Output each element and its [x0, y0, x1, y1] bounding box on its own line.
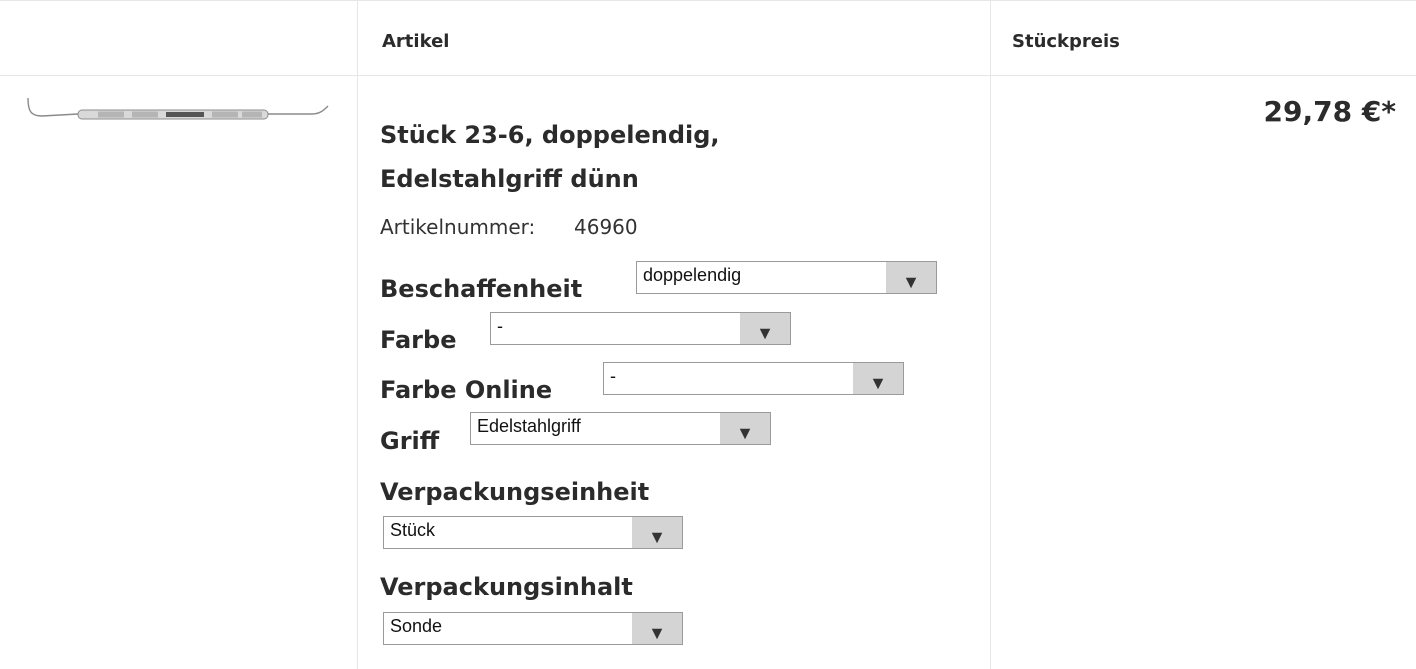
option-label-beschaffenheit: Beschaffenheit: [380, 275, 583, 303]
column-divider: [357, 0, 358, 669]
select-verpackungseinheit[interactable]: Stück ▼: [383, 516, 683, 549]
select-value: Edelstahlgriff: [477, 416, 581, 436]
column-divider: [990, 0, 991, 669]
select-griff[interactable]: Edelstahlgriff ▼: [470, 412, 771, 445]
product-title-line: Stück 23-6, doppelendig,: [380, 121, 720, 149]
product-title-line: Edelstahlgriff dünn: [380, 165, 639, 193]
option-label-verpackungsinhalt: Verpackungsinhalt: [380, 573, 633, 601]
dropdown-arrow-icon: ▼: [853, 363, 903, 394]
dropdown-arrow-icon: ▼: [886, 262, 936, 293]
header-unit-price: Stückpreis: [1012, 31, 1120, 52]
select-farbe-online[interactable]: - ▼: [603, 362, 904, 395]
unit-price: 29,78 €*: [1263, 95, 1396, 128]
product-title[interactable]: Stück 23-6, doppelendig, Edelstahlgriff …: [380, 113, 940, 201]
select-beschaffenheit[interactable]: doppelendig ▼: [636, 261, 937, 294]
dropdown-arrow-icon: ▼: [740, 313, 790, 344]
select-value: -: [610, 366, 616, 386]
option-label-verpackungseinheit: Verpackungseinheit: [380, 478, 650, 506]
select-value: -: [497, 316, 503, 336]
dental-probe-icon: [27, 97, 329, 120]
dropdown-arrow-icon: ▼: [632, 613, 682, 644]
option-label-griff: Griff: [380, 427, 440, 455]
option-label-farbe-online: Farbe Online: [380, 376, 553, 404]
select-value: Sonde: [390, 616, 443, 636]
header-article: Artikel: [382, 31, 450, 52]
select-value: doppelendig: [643, 265, 742, 285]
select-verpackungsinhalt[interactable]: Sonde ▼: [383, 612, 683, 645]
article-number-label: Artikelnummer:: [380, 215, 536, 239]
dropdown-arrow-icon: ▼: [720, 413, 770, 444]
select-farbe[interactable]: - ▼: [490, 312, 791, 345]
option-label-farbe: Farbe: [380, 326, 457, 354]
dropdown-arrow-icon: ▼: [632, 517, 682, 548]
cart-table: Artikel Stückpreis Stück 23-6, doppelend…: [0, 0, 1416, 669]
table-header: Artikel Stückpreis: [0, 0, 1416, 76]
article-number-value: 46960: [574, 215, 638, 239]
product-image[interactable]: [20, 92, 336, 132]
select-value: Stück: [390, 520, 436, 540]
